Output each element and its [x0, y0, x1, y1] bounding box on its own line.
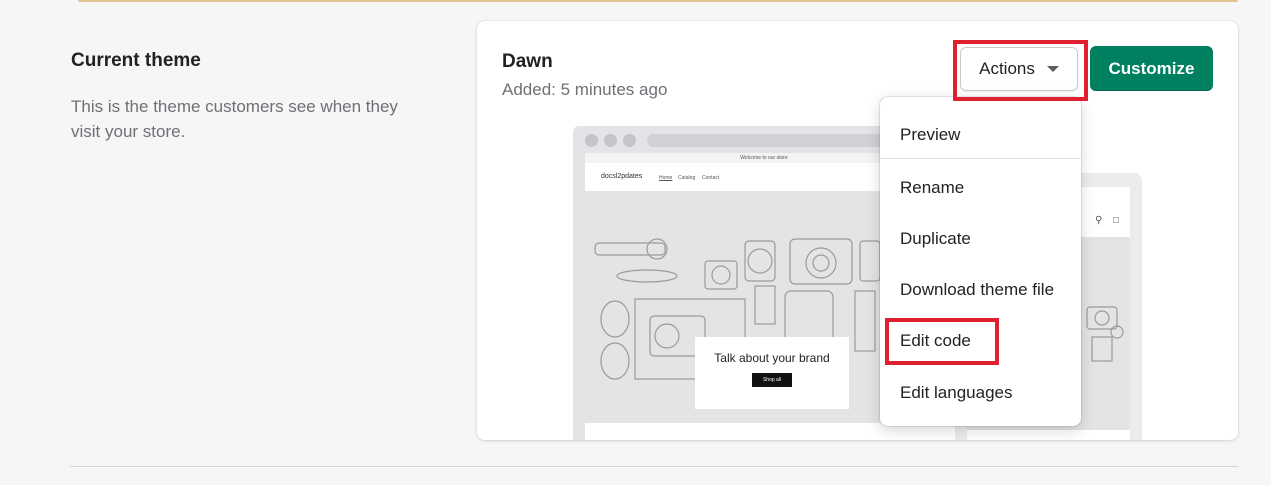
customize-button[interactable]: Customize [1090, 46, 1213, 91]
actions-dropdown-menu: Preview Rename Duplicate Download theme … [880, 97, 1081, 426]
menu-item-download-theme-file[interactable]: Download theme file [900, 280, 1054, 300]
section-title: Current theme [71, 50, 201, 71]
preview-nav-home: Home [659, 175, 673, 181]
window-dot [604, 134, 617, 147]
cart-icon: □ [1113, 215, 1120, 226]
theme-added-time: Added: 5 minutes ago [502, 80, 668, 99]
preview-brand-box: Talk about your brand Shop all [695, 337, 849, 409]
menu-divider [880, 158, 1081, 159]
actions-button[interactable]: Actions [960, 47, 1078, 91]
theme-name: Dawn [502, 51, 553, 72]
preview-brand-heading: Talk about your brand [714, 351, 830, 365]
menu-item-duplicate[interactable]: Duplicate [900, 229, 971, 249]
window-dot [623, 134, 636, 147]
preview-nav-catalog: Catalog [678, 175, 696, 181]
preview-nav-contact: Contact [702, 175, 720, 181]
menu-item-rename[interactable]: Rename [900, 178, 964, 198]
top-divider [78, 0, 1238, 2]
section-description: This is the theme customers see when the… [71, 97, 398, 141]
caret-down-icon [1046, 66, 1059, 72]
section-info: Current theme This is the theme customer… [71, 50, 431, 144]
menu-item-preview[interactable]: Preview [900, 125, 960, 145]
window-dot [585, 134, 598, 147]
preview-store-name: docsl2pdates [601, 173, 643, 180]
bottom-divider [70, 466, 1238, 467]
menu-item-edit-languages[interactable]: Edit languages [900, 383, 1012, 403]
preview-shop-button: Shop all [752, 373, 792, 387]
menu-item-edit-code[interactable]: Edit code [900, 331, 971, 351]
actions-label: Actions [979, 59, 1035, 78]
search-icon: ⚲ [1095, 215, 1103, 226]
